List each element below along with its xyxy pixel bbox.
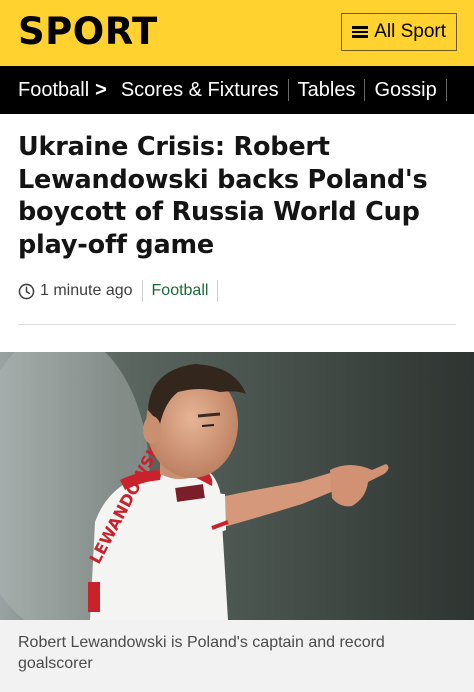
nav-item-tables[interactable]: Tables <box>289 79 365 102</box>
site-header: SPORT All Sport <box>0 0 474 66</box>
image-caption: Robert Lewandowski is Poland's captain a… <box>0 620 474 692</box>
nav-item-gossip[interactable]: Gossip <box>365 79 445 102</box>
player-photo-illustration: LEWANDOWSKI <box>0 352 474 620</box>
article-meta: 1 minute ago Football <box>18 278 219 304</box>
article-image: LEWANDOWSKI <box>0 352 474 620</box>
topic-link-football[interactable]: Football <box>152 282 209 300</box>
nav-item-football[interactable]: Football > <box>0 79 112 102</box>
section-divider <box>18 324 456 325</box>
all-sport-label: All Sport <box>374 21 446 42</box>
nav-item-scores-fixtures[interactable]: Scores & Fixtures <box>112 79 288 102</box>
all-sport-button[interactable]: All Sport <box>341 13 457 51</box>
section-nav: Football > Scores & Fixtures Tables Gossi… <box>0 66 474 114</box>
nav-divider <box>445 79 447 101</box>
meta-divider <box>217 280 219 302</box>
chevron-right-icon: > <box>95 78 107 101</box>
clock-icon <box>18 283 35 299</box>
sport-logo[interactable]: SPORT <box>18 10 158 54</box>
article-timestamp: 1 minute ago <box>40 282 133 299</box>
meta-divider <box>141 280 143 302</box>
article-headline: Ukraine Crisis: Robert Lewandowski backs… <box>18 132 428 260</box>
hamburger-menu-icon <box>352 26 369 38</box>
